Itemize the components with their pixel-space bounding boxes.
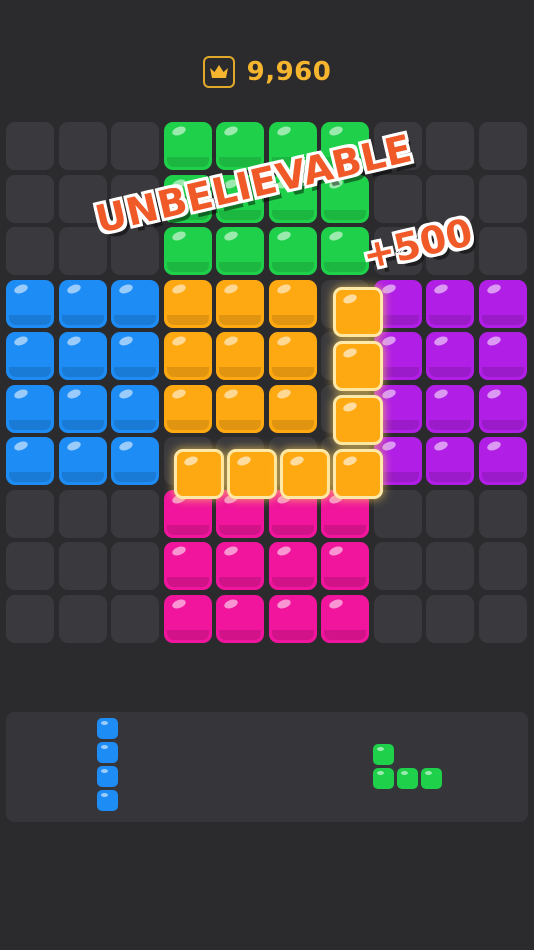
cell-blue[interactable] <box>6 332 54 380</box>
cell-pink[interactable] <box>216 542 264 590</box>
cell-orange[interactable] <box>216 384 264 433</box>
cell-purple[interactable] <box>426 279 474 328</box>
cell-empty[interactable] <box>6 227 54 275</box>
cell-orange[interactable] <box>268 384 317 433</box>
cell-empty[interactable] <box>426 122 474 170</box>
cell-empty[interactable] <box>426 594 474 643</box>
piece-block <box>97 742 118 763</box>
held-piece-block[interactable] <box>174 449 224 499</box>
cell-empty[interactable] <box>58 489 107 538</box>
cell-green[interactable] <box>216 227 264 275</box>
cell-purple[interactable] <box>426 332 474 380</box>
cell-blue[interactable] <box>58 384 107 433</box>
piece-block <box>97 766 118 787</box>
cell-pink[interactable] <box>163 594 212 643</box>
piece-block <box>97 718 118 739</box>
cell-purple[interactable] <box>478 437 527 485</box>
piece-tray <box>6 712 528 822</box>
cell-blue[interactable] <box>58 332 107 380</box>
cell-blue[interactable] <box>111 437 159 485</box>
cell-empty[interactable] <box>6 489 54 538</box>
cell-empty[interactable] <box>373 594 422 643</box>
cell-empty[interactable] <box>58 542 107 590</box>
game-board[interactable] <box>0 0 534 700</box>
held-piece-block[interactable] <box>280 449 330 499</box>
cell-empty[interactable] <box>111 122 159 170</box>
cell-empty[interactable] <box>58 122 107 170</box>
cell-blue[interactable] <box>111 279 159 328</box>
cell-blue[interactable] <box>6 384 54 433</box>
cell-orange[interactable] <box>268 279 317 328</box>
cell-empty[interactable] <box>478 594 527 643</box>
cell-orange[interactable] <box>216 332 264 380</box>
cell-green[interactable] <box>268 227 317 275</box>
cell-empty[interactable] <box>6 122 54 170</box>
cell-pink[interactable] <box>163 542 212 590</box>
held-piece-block[interactable] <box>333 449 383 499</box>
cell-empty[interactable] <box>373 542 422 590</box>
cell-empty[interactable] <box>111 542 159 590</box>
cell-blue[interactable] <box>111 332 159 380</box>
cell-pink[interactable] <box>321 542 369 590</box>
held-piece-block[interactable] <box>333 395 383 445</box>
cell-blue[interactable] <box>6 279 54 328</box>
cell-empty[interactable] <box>6 594 54 643</box>
cell-green[interactable] <box>163 122 212 170</box>
cell-empty[interactable] <box>111 594 159 643</box>
cell-pink[interactable] <box>216 594 264 643</box>
cell-empty[interactable] <box>478 122 527 170</box>
cell-blue[interactable] <box>58 279 107 328</box>
cell-purple[interactable] <box>478 279 527 328</box>
cell-green[interactable] <box>163 227 212 275</box>
cell-empty[interactable] <box>478 489 527 538</box>
piece-block <box>97 790 118 811</box>
cell-purple[interactable] <box>426 437 474 485</box>
tray-piece-i[interactable] <box>97 718 121 814</box>
cell-empty[interactable] <box>58 594 107 643</box>
piece-block <box>421 768 442 789</box>
cell-empty[interactable] <box>478 542 527 590</box>
cell-pink[interactable] <box>268 542 317 590</box>
cell-empty[interactable] <box>478 174 527 223</box>
cell-empty[interactable] <box>426 542 474 590</box>
cell-purple[interactable] <box>478 332 527 380</box>
piece-block <box>397 768 418 789</box>
cell-empty[interactable] <box>6 542 54 590</box>
held-piece-block[interactable] <box>333 287 383 337</box>
held-piece-block[interactable] <box>227 449 277 499</box>
cell-empty[interactable] <box>6 174 54 223</box>
cell-empty[interactable] <box>373 174 422 223</box>
piece-block <box>373 744 394 765</box>
cell-orange[interactable] <box>163 332 212 380</box>
piece-block <box>373 768 394 789</box>
cell-blue[interactable] <box>111 384 159 433</box>
cell-pink[interactable] <box>268 594 317 643</box>
cell-orange[interactable] <box>268 332 317 380</box>
cell-pink[interactable] <box>321 594 369 643</box>
held-piece-block[interactable] <box>333 341 383 391</box>
cell-orange[interactable] <box>216 279 264 328</box>
cell-empty[interactable] <box>426 489 474 538</box>
cell-orange[interactable] <box>163 279 212 328</box>
cell-empty[interactable] <box>373 489 422 538</box>
cell-empty[interactable] <box>111 489 159 538</box>
cell-orange[interactable] <box>163 384 212 433</box>
cell-empty[interactable] <box>478 227 527 275</box>
tray-piece-l[interactable] <box>373 744 445 792</box>
cell-blue[interactable] <box>58 437 107 485</box>
cell-blue[interactable] <box>6 437 54 485</box>
cell-purple[interactable] <box>426 384 474 433</box>
cell-purple[interactable] <box>478 384 527 433</box>
